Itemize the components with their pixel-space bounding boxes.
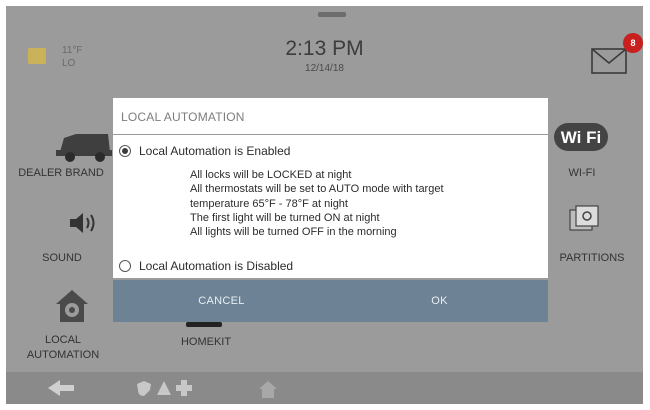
pull-down-tab[interactable]: [318, 12, 346, 17]
tile-label-wifi[interactable]: WI-FI: [552, 167, 612, 179]
dialog-title: LOCAL AUTOMATION: [121, 110, 245, 124]
device-screen: 11°F LO 2:13 PM 12/14/18 8 DEALER BRAND …: [6, 6, 643, 404]
home-icon[interactable]: [258, 380, 278, 398]
cross-icon[interactable]: [176, 380, 192, 396]
tile-label-sound[interactable]: SOUND: [27, 252, 97, 264]
tile-label-local-automation-line2: AUTOMATION: [26, 349, 100, 361]
radio-option-disabled[interactable]: Local Automation is Disabled: [119, 259, 293, 273]
tile-label-homekit[interactable]: HOMEKIT: [171, 336, 241, 348]
radio-option-enabled[interactable]: Local Automation is Enabled: [119, 144, 290, 158]
clock-date: 12/14/18: [305, 63, 344, 74]
tile-label-local-automation-line1: LOCAL: [44, 334, 82, 346]
svg-text:Wi Fi: Wi Fi: [561, 128, 601, 147]
speaker-icon[interactable]: [68, 210, 98, 236]
local-automation-dialog: LOCAL AUTOMATION Local Automation is Ena…: [113, 98, 548, 278]
dialog-divider: [113, 134, 548, 135]
homekit-icon[interactable]: [186, 322, 222, 327]
home-gear-icon[interactable]: [54, 288, 90, 324]
radio-disabled-label[interactable]: Local Automation is Disabled: [139, 259, 293, 273]
description-line: All locks will be LOCKED at night: [190, 169, 352, 181]
cancel-button[interactable]: CANCEL: [113, 280, 330, 322]
radio-enabled-label[interactable]: Local Automation is Enabled: [139, 144, 290, 158]
mail-icon[interactable]: [591, 48, 627, 74]
tile-label-local-automation[interactable]: LOCAL AUTOMATION: [18, 333, 108, 363]
mail-badge: 8: [623, 33, 643, 53]
alert-icon[interactable]: [156, 380, 172, 396]
dialog-button-bar: CANCEL OK: [113, 280, 548, 322]
description-line: All lights will be turned OFF in the mor…: [190, 226, 397, 239]
partitions-icon[interactable]: [568, 204, 600, 234]
wifi-icon[interactable]: Wi Fi: [553, 122, 609, 152]
automation-description: All locks will be LOCKED at night All th…: [190, 168, 444, 239]
shield-icon[interactable]: [136, 380, 152, 396]
radio-enabled-checked-icon[interactable]: [119, 145, 131, 157]
tile-label-dealer-brand[interactable]: DEALER BRAND: [6, 167, 116, 179]
radio-disabled-icon[interactable]: [119, 260, 131, 272]
description-line: The first light will be turned ON at nig…: [190, 211, 380, 224]
taskbar: [6, 372, 643, 404]
back-arrow-icon[interactable]: [48, 380, 74, 396]
description-line: All thermostats will be set to AUTO mode…: [190, 183, 444, 196]
ok-button[interactable]: OK: [331, 280, 548, 322]
tile-label-partitions[interactable]: PARTITIONS: [547, 252, 637, 264]
van-icon[interactable]: [54, 128, 114, 164]
clock-time: 2:13 PM: [285, 37, 364, 60]
description-line: temperature 65°F - 78°F at night: [190, 197, 348, 210]
